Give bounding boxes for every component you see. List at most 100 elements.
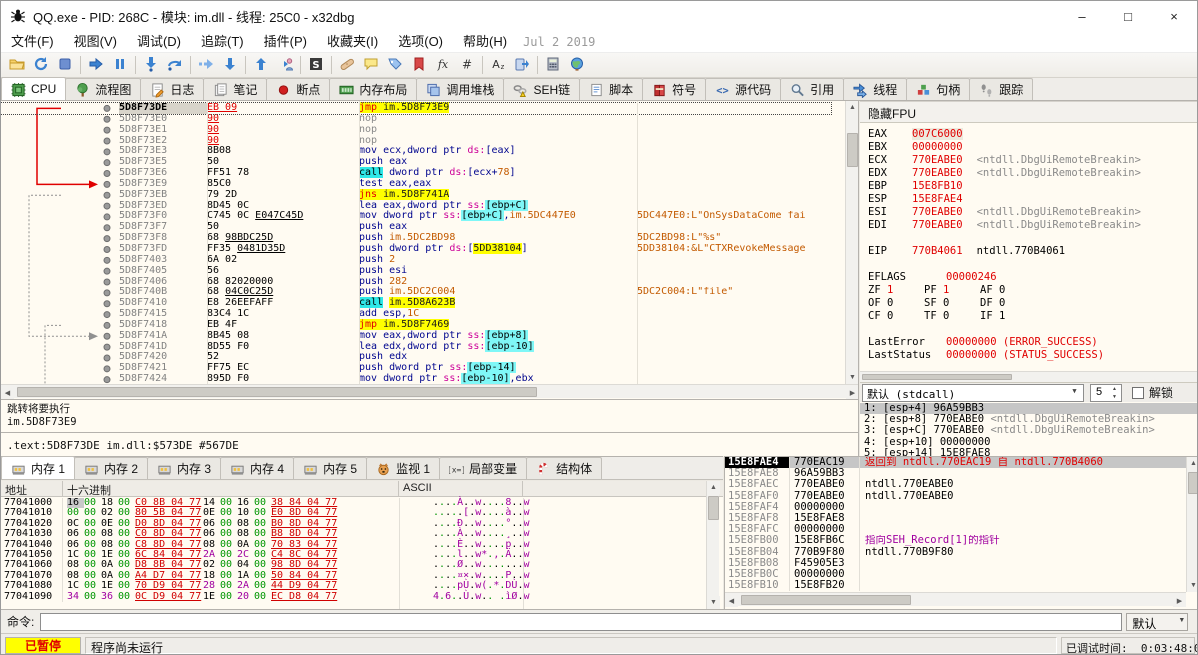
menu-item-i[interactable]: 收藏夹(I) bbox=[317, 34, 388, 49]
execute-till-return-button[interactable] bbox=[249, 54, 273, 76]
step-over-button[interactable] bbox=[163, 54, 187, 76]
detach-button[interactable] bbox=[510, 54, 534, 76]
close-button[interactable]: × bbox=[1151, 1, 1197, 31]
stack-row[interactable]: 15E8FB1015E8FB20 bbox=[725, 580, 1198, 591]
open-button[interactable] bbox=[5, 54, 29, 76]
bottom-tab-5[interactable]: 内存 5 bbox=[293, 457, 367, 479]
flag-of[interactable]: OF 0 bbox=[868, 297, 924, 310]
scroll-left-arrow[interactable]: ◀ bbox=[725, 594, 738, 607]
register-row[interactable]: EAX007C6000 bbox=[868, 128, 1184, 141]
stack-panel[interactable]: 15E8FAE4770EAC19返回到 ntdll.770EAC19 自 ntd… bbox=[724, 456, 1198, 609]
breakpoint-gutter[interactable] bbox=[1, 352, 119, 363]
calling-convention-select[interactable]: 默认 (stdcall) ▼ bbox=[862, 384, 1084, 402]
disasm-row[interactable]: 5D8F73E190nop bbox=[1, 125, 831, 136]
label-button[interactable] bbox=[383, 54, 407, 76]
scroll-right-arrow[interactable]: ▶ bbox=[846, 386, 859, 399]
breakpoint-gutter[interactable] bbox=[1, 331, 119, 342]
stack-row[interactable]: 15E8FB04770B9F80ntdll.770B9F80 bbox=[725, 547, 1198, 558]
scroll-down-arrow[interactable]: ▼ bbox=[1187, 579, 1198, 592]
flag-cf[interactable]: CF 0 bbox=[868, 310, 924, 323]
tab-8[interactable]: SEH链 bbox=[503, 78, 580, 100]
scroll-down-arrow[interactable]: ▼ bbox=[846, 371, 859, 384]
breakpoint-gutter[interactable] bbox=[1, 157, 119, 168]
unlock-checkbox[interactable] bbox=[1132, 387, 1144, 399]
breakpoint-gutter[interactable] bbox=[1, 190, 119, 201]
disasm-vscrollbar[interactable]: ▲ ▼ bbox=[845, 101, 858, 384]
register-row[interactable]: ZF 1PF 1AF 0 bbox=[868, 284, 1184, 297]
menu-item-f[interactable]: 文件(F) bbox=[1, 34, 64, 49]
calculator-button[interactable] bbox=[541, 54, 565, 76]
menu-item-h[interactable]: 帮助(H) bbox=[453, 34, 517, 49]
tab-11[interactable]: <>源代码 bbox=[705, 78, 781, 100]
hide-fpu-button[interactable]: 隐藏FPU bbox=[860, 102, 1198, 123]
breakpoint-gutter[interactable] bbox=[1, 266, 119, 277]
flag-tf[interactable]: TF 0 bbox=[924, 310, 980, 323]
command-input[interactable] bbox=[40, 613, 1122, 631]
breakpoint-gutter[interactable] bbox=[1, 233, 119, 244]
tab-2[interactable]: 流程图 bbox=[65, 78, 141, 100]
command-profile-select[interactable]: 默认 ▼ bbox=[1126, 613, 1188, 631]
menu-item-o[interactable]: 选项(O) bbox=[388, 34, 453, 49]
breakpoint-gutter[interactable] bbox=[1, 255, 119, 266]
register-row[interactable]: CF 0TF 0IF 1 bbox=[868, 310, 1184, 323]
scroll-thumb[interactable] bbox=[862, 374, 1012, 380]
register-row[interactable]: EBX00000000 bbox=[868, 141, 1184, 154]
bottom-tab-2[interactable]: 内存 2 bbox=[74, 457, 148, 479]
flag-df[interactable]: DF 0 bbox=[980, 297, 1036, 310]
bottom-tab-3[interactable]: 内存 3 bbox=[147, 457, 221, 479]
pause-button[interactable] bbox=[108, 54, 132, 76]
patch-button[interactable] bbox=[335, 54, 359, 76]
tab-13[interactable]: 线程 bbox=[843, 78, 907, 100]
disasm-hscrollbar[interactable]: ◀ ▶ bbox=[1, 384, 859, 398]
breakpoint-gutter[interactable] bbox=[1, 136, 119, 147]
breakpoint-gutter[interactable] bbox=[1, 309, 119, 320]
scroll-down-arrow[interactable]: ▼ bbox=[707, 596, 720, 609]
breakpoint-gutter[interactable] bbox=[1, 103, 119, 114]
breakpoint-gutter[interactable] bbox=[1, 320, 119, 331]
bottom-tab-1[interactable]: 内存 1 bbox=[1, 456, 75, 479]
chevron-down-icon[interactable]: ▼ bbox=[1068, 387, 1081, 399]
tab-14[interactable]: 句柄 bbox=[906, 78, 970, 100]
scroll-up-arrow[interactable]: ▲ bbox=[846, 101, 859, 114]
scroll-left-arrow[interactable]: ◀ bbox=[1, 386, 14, 399]
breakpoint-gutter[interactable] bbox=[1, 244, 119, 255]
tab-1[interactable]: CPU bbox=[1, 77, 66, 100]
flag-if[interactable]: IF 1 bbox=[980, 310, 1036, 323]
tab-5[interactable]: 断点 bbox=[266, 78, 330, 100]
register-row[interactable]: ESP15E8FAE4 bbox=[868, 193, 1184, 206]
run-button[interactable] bbox=[84, 54, 108, 76]
scroll-thumb[interactable] bbox=[847, 133, 858, 167]
fx-button[interactable]: fx bbox=[431, 54, 455, 76]
stack-hscrollbar[interactable]: ◀ ▶ bbox=[725, 592, 1186, 606]
comment-button[interactable] bbox=[359, 54, 383, 76]
scroll-right-arrow[interactable]: ▶ bbox=[1173, 594, 1186, 607]
dump-row[interactable]: 77041090340036000C D9 04 771E002000EC D8… bbox=[1, 592, 706, 602]
scroll-thumb[interactable] bbox=[741, 595, 911, 605]
breakpoint-gutter[interactable] bbox=[1, 114, 119, 125]
breakpoint-gutter[interactable] bbox=[1, 342, 119, 353]
tab-15[interactable]: 跟踪 bbox=[969, 78, 1033, 100]
breakpoint-gutter[interactable] bbox=[1, 179, 119, 190]
flag-sf[interactable]: SF 0 bbox=[924, 297, 980, 310]
stack-vscrollbar[interactable]: ▲ ▼ bbox=[1186, 457, 1198, 592]
breakpoint-gutter[interactable] bbox=[1, 146, 119, 157]
register-row[interactable]: OF 0SF 0DF 0 bbox=[868, 297, 1184, 310]
minimize-button[interactable]: – bbox=[1059, 1, 1105, 31]
breakpoint-gutter[interactable] bbox=[1, 125, 119, 136]
register-row[interactable]: EDX770EABE0<ntdll.DbgUiRemoteBreakin> bbox=[868, 167, 1184, 180]
stop-button[interactable] bbox=[53, 54, 77, 76]
breakpoint-gutter[interactable] bbox=[1, 363, 119, 374]
spinner-arrows-icon[interactable]: ▲▼ bbox=[1109, 385, 1120, 401]
step-out-button[interactable] bbox=[218, 54, 242, 76]
register-row[interactable]: EFLAGS00000246 bbox=[868, 271, 1184, 284]
bottom-tab-8[interactable]: 结构体 bbox=[526, 457, 602, 479]
breakpoint-gutter[interactable] bbox=[1, 277, 119, 288]
flag-pf[interactable]: PF 1 bbox=[924, 284, 980, 297]
flag-af[interactable]: AF 0 bbox=[980, 284, 1036, 297]
menu-item-d[interactable]: 调试(D) bbox=[127, 34, 191, 49]
stack-row[interactable]: 15E8FAEC770EABE0ntdll.770EABE0 bbox=[725, 479, 1198, 490]
breakpoint-gutter[interactable] bbox=[1, 168, 119, 179]
tab-9[interactable]: 脚本 bbox=[579, 78, 643, 100]
dump-row[interactable]: 770410801C001E0070 D9 04 7728002A0044 D9… bbox=[1, 581, 706, 591]
tab-12[interactable]: 引用 bbox=[780, 78, 844, 100]
